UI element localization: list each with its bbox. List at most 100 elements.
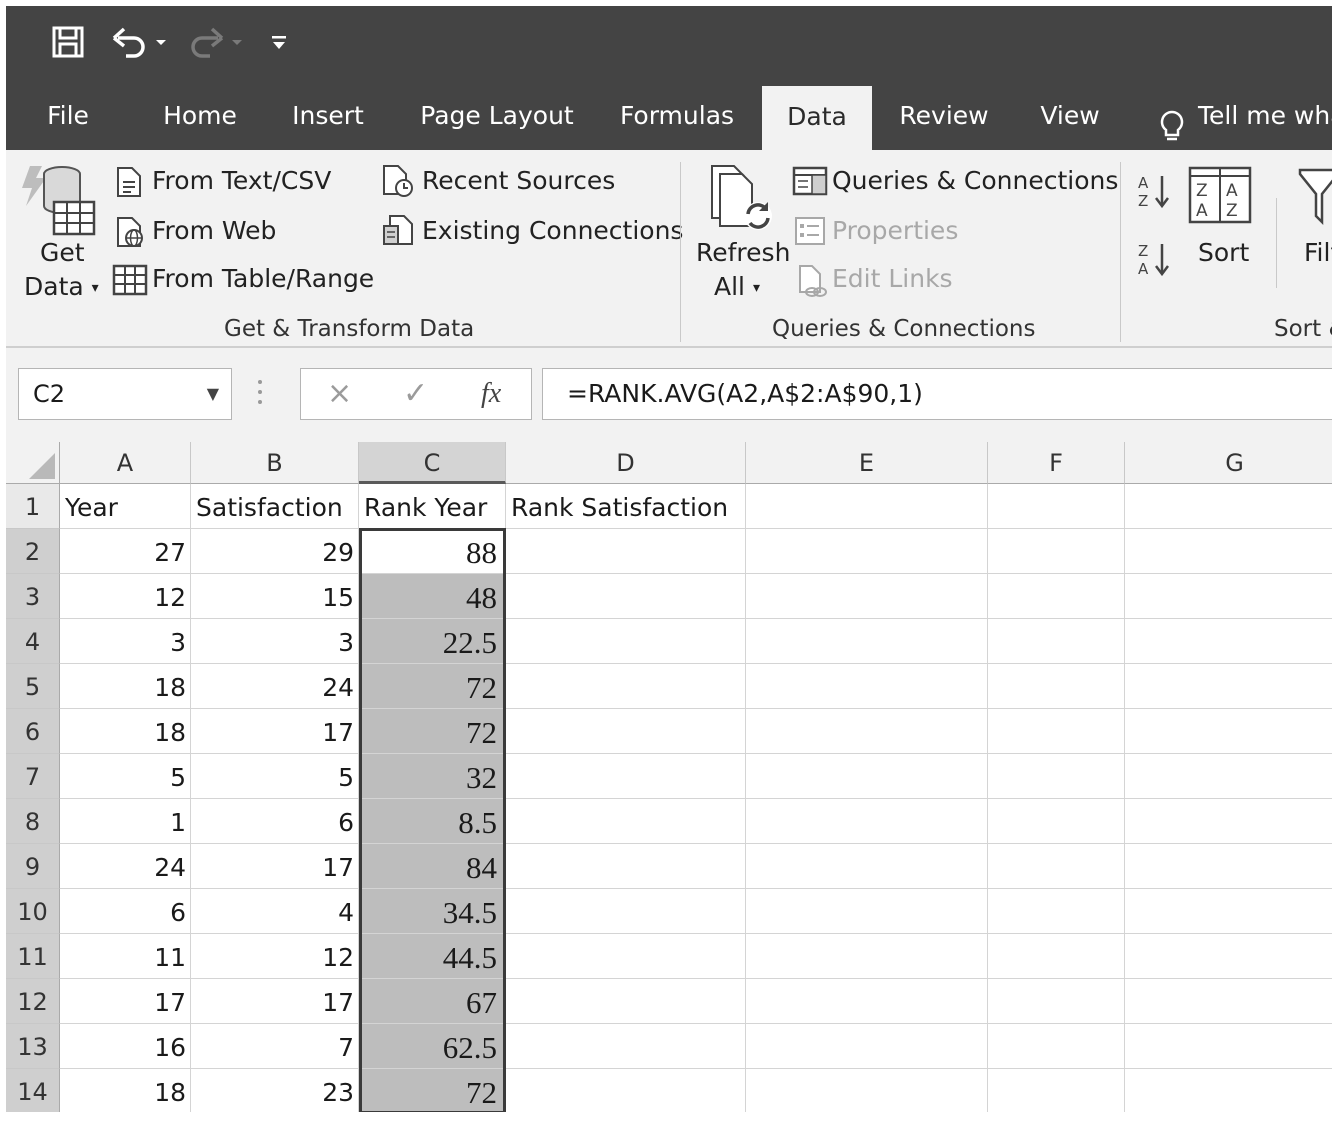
cell-c[interactable]: 32 — [359, 754, 506, 799]
cell-a[interactable]: 24 — [60, 844, 191, 889]
cell-b[interactable]: 3 — [191, 619, 359, 664]
cell-e[interactable] — [746, 844, 988, 889]
row-header[interactable]: 11 — [6, 934, 60, 979]
row-header[interactable]: 14 — [6, 1069, 60, 1112]
cell-a[interactable]: 12 — [60, 574, 191, 619]
column-header-b[interactable]: B — [191, 442, 359, 484]
row-header[interactable]: 3 — [6, 574, 60, 619]
properties-button[interactable]: Properties — [832, 216, 958, 245]
from-text-csv-button[interactable]: From Text/CSV — [152, 166, 331, 195]
cell-c[interactable]: 72 — [359, 664, 506, 709]
tab-home[interactable]: Home — [150, 78, 250, 150]
cell-b[interactable]: 7 — [191, 1024, 359, 1069]
formula-input[interactable]: =RANK.AVG(A2,A$2:A$90,1) — [542, 368, 1332, 420]
cell-e[interactable] — [746, 979, 988, 1024]
cell-f[interactable] — [988, 844, 1125, 889]
cell-c[interactable]: 44.5 — [359, 934, 506, 979]
cell-g[interactable] — [1125, 619, 1332, 664]
cell-f[interactable] — [988, 619, 1125, 664]
cell-f[interactable] — [988, 574, 1125, 619]
cell-f[interactable] — [988, 889, 1125, 934]
cell-d[interactable] — [506, 889, 746, 934]
refresh-all-button[interactable]: All ▾ — [714, 272, 760, 301]
tab-page-layout[interactable]: Page Layout — [412, 78, 582, 150]
get-data-icon[interactable] — [20, 162, 100, 242]
sort-descending-icon[interactable]: ZA — [1136, 240, 1172, 284]
cell-b[interactable]: 17 — [191, 709, 359, 754]
cell-b[interactable]: 12 — [191, 934, 359, 979]
cell-c[interactable]: 22.5 — [359, 619, 506, 664]
chevron-down-icon[interactable]: ▼ — [207, 369, 219, 419]
cell-a[interactable]: 1 — [60, 799, 191, 844]
cell-g[interactable] — [1125, 664, 1332, 709]
tab-file[interactable]: File — [32, 78, 104, 150]
cell-f[interactable] — [988, 799, 1125, 844]
cell-e[interactable] — [746, 709, 988, 754]
row-header[interactable]: 7 — [6, 754, 60, 799]
cell-a[interactable]: 5 — [60, 754, 191, 799]
cell-c[interactable]: 48 — [359, 574, 506, 619]
cell-g[interactable] — [1125, 799, 1332, 844]
cell-g[interactable] — [1125, 934, 1332, 979]
row-header[interactable]: 1 — [6, 484, 60, 529]
cell-f[interactable] — [988, 664, 1125, 709]
sort-ascending-icon[interactable]: AZ — [1136, 172, 1172, 216]
get-data-button[interactable]: Data ▾ — [24, 272, 99, 301]
save-icon[interactable] — [52, 26, 84, 58]
tab-review[interactable]: Review — [892, 78, 996, 150]
cell-d[interactable] — [506, 1024, 746, 1069]
row-header[interactable]: 13 — [6, 1024, 60, 1069]
refresh-all-icon[interactable] — [706, 164, 778, 240]
cell-e[interactable] — [746, 754, 988, 799]
cell-d[interactable] — [506, 754, 746, 799]
edit-links-button[interactable]: Edit Links — [832, 264, 953, 293]
cell-f[interactable] — [988, 934, 1125, 979]
cell-c[interactable]: 72 — [359, 1069, 506, 1112]
column-header-d[interactable]: D — [506, 442, 746, 484]
cell-a[interactable]: 18 — [60, 664, 191, 709]
cell-b[interactable]: 6 — [191, 799, 359, 844]
cell-b[interactable]: 23 — [191, 1069, 359, 1112]
cell-a[interactable]: 16 — [60, 1024, 191, 1069]
cell-b[interactable]: 24 — [191, 664, 359, 709]
cell-a[interactable]: 27 — [60, 529, 191, 574]
cell-e[interactable] — [746, 889, 988, 934]
row-header[interactable]: 6 — [6, 709, 60, 754]
cell-f[interactable] — [988, 529, 1125, 574]
cell-g[interactable] — [1125, 529, 1332, 574]
from-web-button[interactable]: From Web — [152, 216, 276, 245]
cell-d[interactable] — [506, 709, 746, 754]
cell-d[interactable] — [506, 1069, 746, 1112]
row-header[interactable]: 5 — [6, 664, 60, 709]
tab-view[interactable]: View — [1032, 78, 1108, 150]
cell-f[interactable] — [988, 979, 1125, 1024]
filter-icon[interactable] — [1298, 166, 1332, 230]
cell-g[interactable] — [1125, 1024, 1332, 1069]
cell-e[interactable] — [746, 529, 988, 574]
cell-e[interactable] — [746, 664, 988, 709]
header-cell-a[interactable]: Year — [60, 484, 191, 529]
tab-formulas[interactable]: Formulas — [612, 78, 742, 150]
cell-d[interactable] — [506, 979, 746, 1024]
cell-g[interactable] — [1125, 709, 1332, 754]
cell-e[interactable] — [746, 1069, 988, 1112]
tab-insert[interactable]: Insert — [286, 78, 370, 150]
cell-f[interactable] — [988, 754, 1125, 799]
header-cell-b[interactable]: Satisfaction — [191, 484, 359, 529]
column-header-e[interactable]: E — [746, 442, 988, 484]
cell-b[interactable]: 29 — [191, 529, 359, 574]
cell-d[interactable] — [506, 574, 746, 619]
cell-c[interactable]: 72 — [359, 709, 506, 754]
cell-e[interactable] — [746, 799, 988, 844]
cell-a[interactable]: 18 — [60, 709, 191, 754]
redo-icon[interactable] — [188, 26, 244, 58]
row-header[interactable]: 2 — [6, 529, 60, 574]
cell-c[interactable]: 88 — [359, 529, 506, 574]
from-table-range-button[interactable]: From Table/Range — [152, 264, 374, 293]
cell-e[interactable] — [746, 619, 988, 664]
cell-e[interactable] — [746, 574, 988, 619]
refresh-all-label[interactable]: Refresh — [696, 238, 790, 267]
header-cell-e[interactable] — [746, 484, 988, 529]
cell-e[interactable] — [746, 1024, 988, 1069]
column-header-f[interactable]: F — [988, 442, 1125, 484]
